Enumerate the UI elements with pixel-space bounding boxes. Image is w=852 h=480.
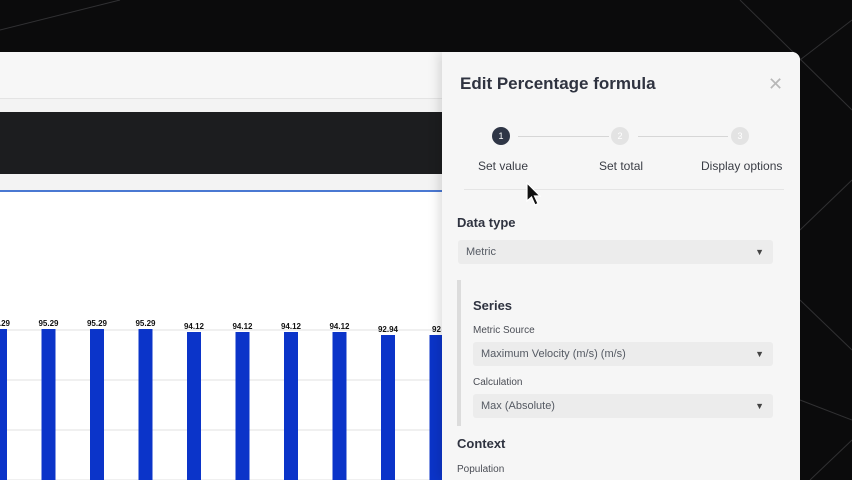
calculation-value: Max (Absolute): [481, 400, 555, 412]
step-1-label[interactable]: Set value: [478, 159, 528, 173]
bar[interactable]: [381, 335, 395, 480]
step-3-label[interactable]: Display options: [701, 159, 782, 173]
calculation-label: Calculation: [473, 377, 523, 388]
bar[interactable]: [90, 329, 104, 480]
bar[interactable]: [235, 331, 250, 480]
step-connector: [518, 136, 609, 137]
bar-value-label: 94.12: [184, 322, 205, 331]
stepper-divider: [464, 189, 784, 190]
mouse-cursor-icon: [526, 182, 542, 206]
bar-value-label: 92: [432, 325, 441, 334]
close-icon[interactable]: ✕: [768, 74, 783, 95]
bar[interactable]: [429, 335, 443, 480]
population-label: Population: [457, 464, 505, 475]
step-1-circle[interactable]: 1: [492, 127, 510, 145]
step-2-circle[interactable]: 2: [611, 127, 629, 145]
bar[interactable]: [284, 331, 298, 480]
bar-value-label: 95.29: [87, 319, 108, 328]
chevron-down-icon: ▼: [755, 349, 764, 359]
calculation-select[interactable]: Max (Absolute) ▼: [473, 394, 773, 418]
data-type-value: Metric: [466, 246, 496, 258]
step-3-circle[interactable]: 3: [731, 127, 749, 145]
bar-value-label: 95.29: [135, 319, 156, 328]
bar[interactable]: [187, 331, 201, 480]
dark-banner: [0, 112, 442, 174]
panel-title: Edit Percentage formula: [460, 74, 656, 93]
bar-value-label: 94.12: [281, 322, 302, 331]
step-2-label[interactable]: Set total: [599, 159, 643, 173]
metric-source-select[interactable]: Maximum Velocity (m/s) (m/s) ▼: [473, 342, 773, 366]
data-type-title: Data type: [457, 215, 516, 230]
metric-source-value: Maximum Velocity (m/s) (m/s): [481, 348, 626, 360]
data-type-select[interactable]: Metric ▼: [458, 240, 773, 264]
bar[interactable]: [0, 329, 7, 480]
bar-value-label: 95.29: [0, 319, 11, 328]
bar-value-label: 94.12: [329, 322, 350, 331]
series-indent-bar: [457, 280, 461, 426]
chevron-down-icon: ▼: [755, 247, 764, 257]
bar-value-label: 92.94: [378, 325, 399, 334]
context-title: Context: [457, 436, 506, 451]
series-title: Series: [473, 298, 513, 313]
bar-value-label: 94.12: [232, 322, 253, 331]
bar-chart: 95.29 95.29 95.29 95.29 94.12 94.12 94.12 94.12…: [0, 319, 443, 480]
divider: [0, 98, 442, 99]
metric-source-label: Metric Source: [473, 325, 535, 336]
bar-value-label: 95.29: [38, 319, 59, 328]
bar[interactable]: [332, 331, 347, 480]
bar[interactable]: [41, 329, 56, 480]
bar[interactable]: [138, 329, 153, 480]
top-strip: [0, 52, 442, 98]
step-connector: [638, 136, 728, 137]
app-window: 95.29 95.29 95.29 95.29 94.12 94.12 94.12 94.12…: [0, 52, 800, 480]
edit-formula-panel: Edit Percentage formula ✕ 1 2 3 Set valu…: [442, 52, 800, 480]
chevron-down-icon: ▼: [755, 401, 764, 411]
